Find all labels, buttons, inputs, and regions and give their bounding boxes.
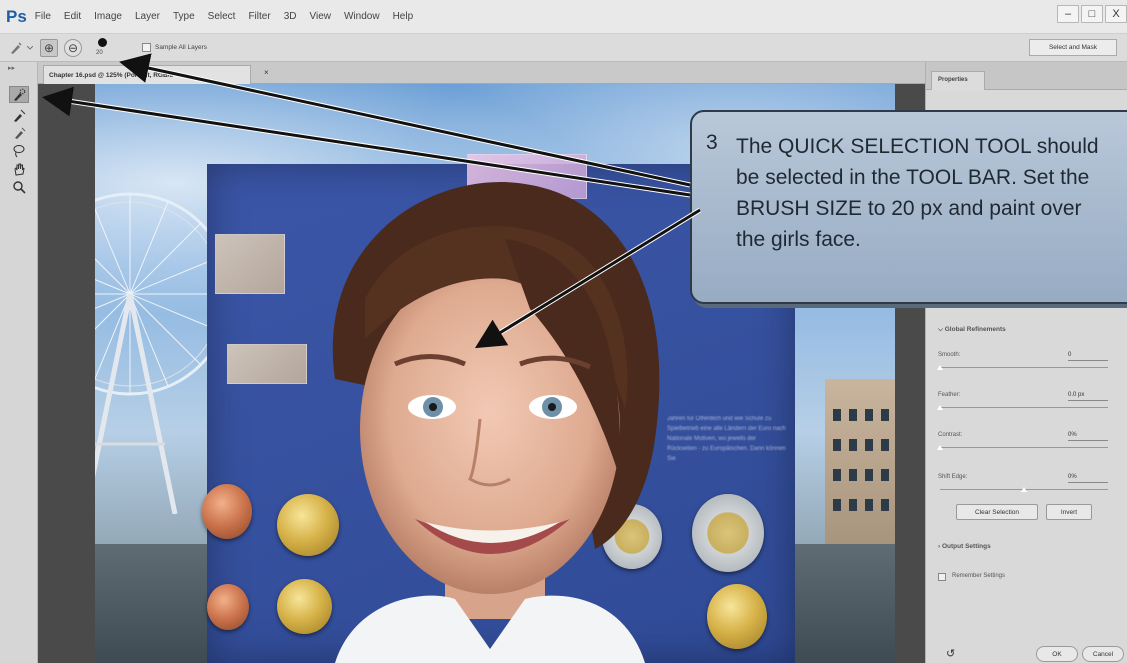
feather-slider-knob[interactable]	[937, 405, 943, 410]
clear-selection-button[interactable]: Clear Selection	[956, 504, 1038, 520]
brush-size-value: 20	[96, 49, 103, 56]
hand-icon	[14, 163, 25, 176]
feather-value[interactable]: 0.0 px	[1068, 392, 1084, 398]
close-icon[interactable]: ×	[264, 68, 269, 77]
contrast-value[interactable]: 0%	[1068, 432, 1077, 438]
sample-all-layers-label: Sample All Layers	[155, 44, 208, 51]
instruction-text: The QUICK SELECTION TOOL should be selec…	[736, 135, 1099, 251]
shift-edge-value-underline	[1068, 482, 1108, 483]
subtract-from-selection-button[interactable]: ⊖	[64, 38, 82, 57]
smooth-label: Smooth:	[938, 352, 961, 358]
coin	[202, 484, 252, 539]
output-settings-label: Output Settings	[941, 543, 991, 550]
menu-image[interactable]: Image	[94, 11, 122, 22]
lasso-icon	[13, 144, 25, 157]
tool-bar: ▸▸	[0, 62, 38, 663]
zoom-icon	[13, 180, 26, 194]
hand-tool[interactable]	[9, 160, 29, 177]
remember-settings-label: Remember Settings	[952, 573, 1006, 579]
menu-3d[interactable]: 3D	[284, 11, 297, 22]
shift-edge-label: Shift Edge:	[938, 474, 968, 480]
global-refinements-label: Global Refinements	[944, 326, 1006, 333]
photoshop-logo: Ps	[6, 6, 27, 26]
smooth-value-underline	[1068, 360, 1108, 361]
document-tab[interactable]: Chapter 16.psd @ 125% (Portrait, RGB/8	[43, 65, 251, 84]
brush-picker[interactable]: 20	[92, 36, 112, 60]
coin	[707, 584, 767, 649]
cancel-button[interactable]: Cancel	[1082, 646, 1124, 662]
smooth-slider[interactable]	[940, 367, 1108, 368]
output-settings-header[interactable]: › Output Settings	[938, 543, 991, 550]
close-button[interactable]: X	[1105, 5, 1127, 23]
smooth-slider-knob[interactable]	[937, 365, 943, 370]
feather-label: Feather:	[938, 392, 961, 398]
brush-tip-icon	[98, 37, 107, 47]
maximize-button[interactable]: □	[1081, 5, 1103, 23]
panel-tab-strip: Properties	[926, 62, 1127, 90]
menu-help[interactable]: Help	[393, 11, 414, 22]
shift-edge-slider-knob[interactable]	[1021, 487, 1027, 492]
contrast-value-underline	[1068, 440, 1108, 441]
collapse-arrows-icon[interactable]: ▸▸	[8, 64, 15, 72]
brush-icon	[15, 127, 26, 139]
coin	[692, 494, 764, 572]
refine-edge-brush-icon	[14, 109, 26, 122]
chevron-down-icon: ⌵	[938, 326, 945, 333]
feather-value-underline	[1068, 400, 1108, 401]
ok-button[interactable]: OK	[1036, 646, 1078, 662]
coin	[207, 584, 249, 630]
step-number: 3	[706, 131, 718, 154]
quick-selection-tool[interactable]	[9, 86, 29, 103]
menu-view[interactable]: View	[309, 11, 331, 22]
sample-all-layers-checkbox[interactable]	[142, 43, 151, 52]
menu-type[interactable]: Type	[173, 11, 195, 22]
select-and-mask-button[interactable]: Select and Mask	[1029, 39, 1117, 56]
smooth-value[interactable]: 0	[1068, 352, 1071, 358]
instruction-callout: 3 The QUICK SELECTION TOOL should be sel…	[690, 110, 1127, 304]
menu-window[interactable]: Window	[344, 11, 380, 22]
feather-slider[interactable]	[940, 407, 1108, 408]
invert-button[interactable]: Invert	[1046, 504, 1092, 520]
menu-layer[interactable]: Layer	[135, 11, 160, 22]
refine-edge-brush-tool[interactable]	[9, 107, 29, 124]
tool-preset-icon[interactable]	[8, 40, 24, 56]
remember-settings-checkbox[interactable]	[938, 573, 946, 581]
document-tab-strip: Chapter 16.psd @ 125% (Portrait, RGB/8 ×	[38, 62, 925, 84]
menu-file[interactable]: File	[35, 11, 51, 22]
shift-edge-value[interactable]: 0%	[1068, 474, 1077, 480]
minimize-button[interactable]: –	[1057, 5, 1079, 23]
window-controls: – □ X	[1055, 5, 1127, 23]
chevron-down-icon[interactable]	[26, 40, 34, 56]
contrast-slider-knob[interactable]	[937, 445, 943, 450]
quick-selection-icon	[14, 88, 26, 101]
girl-portrait	[332, 182, 660, 663]
lasso-tool[interactable]	[9, 142, 29, 159]
global-refinements-header[interactable]: ⌵ Global Refinements	[938, 326, 1006, 334]
contrast-label: Contrast:	[938, 432, 963, 438]
contrast-slider[interactable]	[940, 447, 1108, 448]
reset-icon[interactable]: ↺	[946, 647, 955, 660]
menu-select[interactable]: Select	[208, 11, 236, 22]
options-bar: ⊕ ⊖ 20 Sample All Layers Select and Mask	[0, 34, 1127, 62]
zoom-tool[interactable]	[9, 178, 29, 195]
tab-properties[interactable]: Properties	[931, 71, 985, 90]
menu-edit[interactable]: Edit	[64, 11, 81, 22]
menu-bar: Ps File Edit Image Layer Type Select Fil…	[0, 0, 1127, 34]
add-to-selection-button[interactable]: ⊕	[40, 38, 58, 57]
menu-filter[interactable]: Filter	[248, 11, 270, 22]
brush-tool[interactable]	[9, 124, 29, 141]
